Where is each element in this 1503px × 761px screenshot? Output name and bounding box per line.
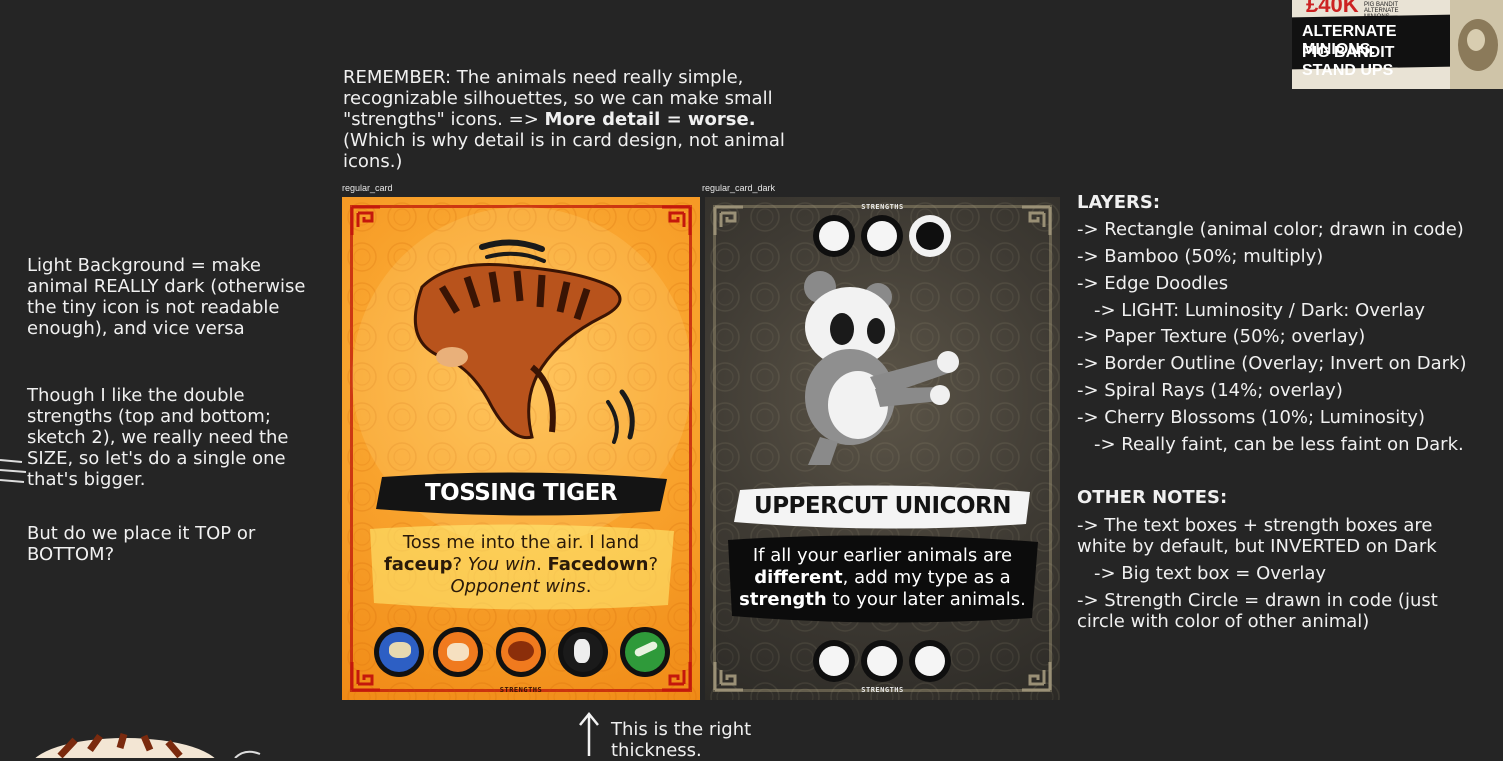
remember-bold: More detail = worse. [544,109,756,130]
other-notes-heading: OTHER NOTES: [1077,487,1228,508]
corner-ornament-icon [350,205,384,239]
remember-text-end: (Which is why detail is in card design, … [343,130,785,172]
thickness-note: This is the right thickness. [611,719,752,761]
strengths-label: STRENGTHS [499,686,543,694]
ability-text-part: , add my type as a [842,567,1011,588]
light-background-note: Light Background = make animal REALLY da… [27,255,306,339]
card-title: UPPERCUT UNICORN [754,493,1011,519]
layer-item: -> Bamboo (50%; multiply) [1077,246,1324,267]
ability-text-italic: Opponent wins [450,576,586,597]
strength-circle-orange-tiger-icon [433,627,483,677]
ability-text-part: Toss me into the air. I land [402,532,640,553]
ability-text-bold: Facedown [547,554,649,575]
ability-text-bold: faceup [383,554,453,575]
ability-text-italic: You win [467,554,537,575]
corner-ornament-icon [658,205,692,239]
ability-text-part: If all your earlier animals are [752,545,1013,566]
partial-doodle-left [0,459,27,483]
strength-circle-top-white [861,215,903,257]
thumbnail-preview[interactable]: £40K PIG BANDIT ALTERNATE MINIONS ALTERN… [1292,0,1503,89]
ability-text-part: ? [648,554,659,575]
frame-label-dark[interactable]: regular_card_dark [702,183,775,193]
layer-item: -> Cherry Blossoms (10%; Luminosity) [1077,407,1425,428]
tiger-illustration [413,239,635,444]
layers-heading: LAYERS: [1077,192,1161,213]
double-strengths-note: Though I like the double strengths (top … [27,385,289,490]
ability-text-part: . [536,554,548,575]
placement-question-note: But do we place it TOP or BOTTOM? [27,523,256,565]
strength-circle-blue-animal-icon [374,627,424,677]
strength-circle-top-dark [909,215,951,257]
strength-circle-green-mantis-icon [620,627,670,677]
strength-circle-bottom-white [909,640,951,682]
ability-text-bold: strength [739,589,827,610]
strength-circle-bottom-white [813,640,855,682]
ability-text-part: . [585,576,592,597]
other-note-item: -> Strength Circle = drawn in code (just… [1077,590,1438,632]
regular-card-light[interactable]: TOSSING TIGER Toss me into the air. I la… [342,197,700,700]
card-title: TOSSING TIGER [424,480,618,506]
layer-item: -> Border Outline (Overlay; Invert on Da… [1077,353,1467,374]
layer-subitem: -> LIGHT: Luminosity / Dark: Overlay [1094,300,1426,321]
frame-label-light[interactable]: regular_card [342,183,393,193]
strengths-top-label: STRENGTHS [861,203,904,211]
card-ability-text: Toss me into the air. I land faceup? You… [364,532,678,598]
thumbnail-amount: £40K [1306,0,1359,17]
strength-circle-orange-curled-tiger-icon [496,627,546,677]
layer-item: -> Paper Texture (50%; overlay) [1077,326,1366,347]
strength-circle-top-white [813,215,855,257]
layer-subitem: -> Really faint, can be less faint on Da… [1094,434,1464,455]
strength-circle-black-panda-icon [558,627,608,677]
regular-card-dark[interactable]: STRENGTHS UPPERCUT UNICORN If all your e… [705,197,1060,700]
layer-item: -> Rectangle (animal color; drawn in cod… [1077,219,1464,240]
ability-text-part: ? [452,554,468,575]
card-ability-text: If all your earlier animals are differen… [727,545,1038,611]
layer-item: -> Spiral Rays (14%; overlay) [1077,380,1343,401]
partial-tiger-sketch [35,733,261,758]
remember-note: REMEMBER: The animals need really simple… [343,67,823,172]
panda-illustration [804,271,959,465]
other-note-item: -> The text boxes + strength boxes are w… [1077,515,1437,557]
strength-circle-bottom-white [861,640,903,682]
ability-text-bold: different [754,567,843,588]
thumbnail-title-line2: PIG BANDIT STAND UPS [1302,44,1395,79]
thumbnail-pig-image [1450,0,1503,89]
ability-text-part: to your later animals. [826,589,1026,610]
other-note-subitem: -> Big text box = Overlay [1094,563,1327,584]
layer-item: -> Edge Doodles [1077,273,1229,294]
up-arrow-icon [579,712,599,756]
strengths-bottom-label: STRENGTHS [861,686,904,694]
